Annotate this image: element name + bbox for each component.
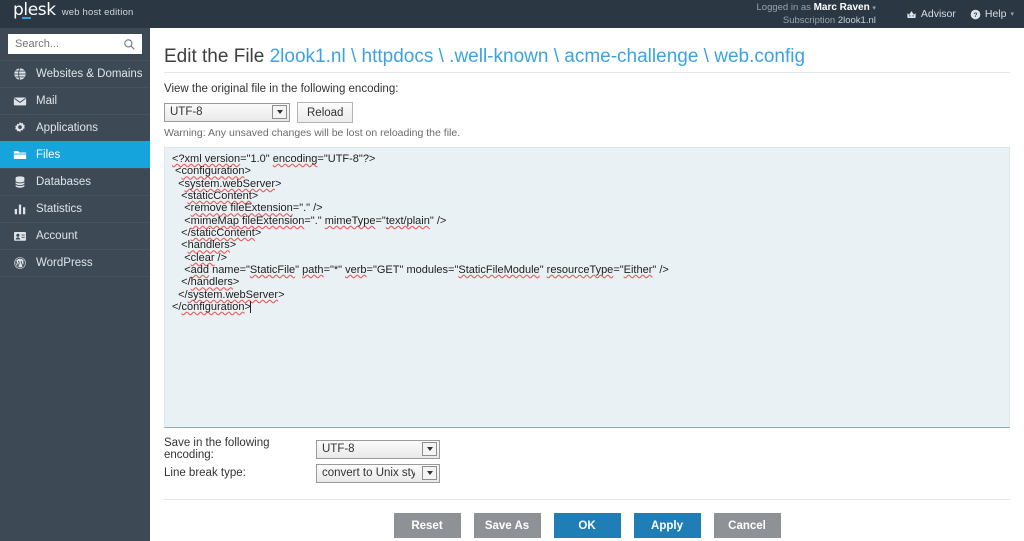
logged-in-row: Logged in as Marc Raven ▾ [757,2,876,15]
sidebar-item-files[interactable]: Files [0,141,150,169]
top-header-bar: plesk web host edition Logged in as Marc… [0,0,1024,28]
help-circle-icon: ? [970,9,981,20]
line-break-row: Line break type: convert to Unix style [164,461,1010,485]
line-break-select[interactable]: convert to Unix style [316,463,440,483]
account-info[interactable]: Logged in as Marc Raven ▾ Subscription 2… [757,2,876,27]
save-encoding-row: Save in the following encoding: UTF-8 [164,437,1010,461]
help-label: Help [984,8,1007,20]
page-title: Edit the File 2look1.nl \ httpdocs \ .we… [164,44,1010,70]
file-path-breadcrumb[interactable]: 2look1.nl \ httpdocs \ .well-known \ acm… [270,46,805,67]
plesk-file-editor-page: plesk web host edition Logged in as Marc… [0,0,1024,541]
sidebar-item-label: Applications [36,122,99,134]
reset-button[interactable]: Reset [393,513,461,538]
database-icon [12,175,27,190]
sidebar-item-databases[interactable]: Databases [0,168,150,196]
reload-warning-text: Warning: Any unsaved changes will be los… [164,127,461,139]
sidebar-item-label: Websites & Domains [36,68,143,80]
title-divider [164,72,1010,73]
help-menu[interactable]: ? Help ▾ [970,8,1014,20]
file-content-editor[interactable]: <?xml version="1.0" encoding="UTF-8"?> <… [164,147,1010,428]
search-input[interactable] [9,35,141,53]
file-content-text[interactable]: <?xml version="1.0" encoding="UTF-8"?> <… [172,153,1002,314]
plesk-logo[interactable]: plesk web host edition [0,0,150,28]
sidebar-item-label: Databases [36,176,91,188]
view-encoding-row: UTF-8 Reload [164,102,1010,123]
chevron-down-icon[interactable]: ▾ [872,5,876,12]
sidebar-item-label: Statistics [36,203,83,215]
folder-icon [12,148,27,163]
subscription-value: 2look1.nl [837,14,876,26]
ok-button[interactable]: OK [553,513,621,538]
globe-icon [12,67,27,82]
sidebar-item-statistics[interactable]: Statistics [0,195,150,223]
sidebar-item-label: Account [36,230,78,242]
bar-chart-icon [12,202,27,217]
sidebar-item-label: Mail [36,95,58,107]
chevron-down-icon[interactable]: ▾ [1010,10,1014,18]
sidebar-item-wordpress[interactable]: WordPress [0,249,150,277]
save-encoding-select-wrapper[interactable]: UTF-8 [316,439,440,459]
reload-button[interactable]: Reload [297,102,354,123]
logo-edition-label: web host edition [61,7,134,18]
view-encoding-select[interactable]: UTF-8 [164,103,290,122]
logo-accent-underline [22,17,31,19]
line-break-label: Line break type: [164,467,246,479]
user-name[interactable]: Marc Raven [814,2,870,13]
logo-text: plesk [13,0,56,20]
subscription-label: Subscription [782,14,836,26]
sidebar-search [0,28,150,61]
svg-text:?: ? [973,11,977,18]
advisor-link[interactable]: Advisor [906,8,956,20]
page-title-prefix: Edit the File [164,46,265,67]
save-options: Save in the following encoding: UTF-8 Li… [164,437,1010,485]
sidebar-item-account[interactable]: Account [0,222,150,250]
id-card-icon [12,229,27,244]
wordpress-icon [12,256,27,271]
save-encoding-select[interactable]: UTF-8 [316,439,440,459]
text-cursor [249,301,251,314]
sidebar-item-label: Files [36,149,61,161]
apply-button[interactable]: Apply [633,513,701,538]
cancel-button[interactable]: Cancel [713,513,781,538]
sidebar-item-mail[interactable]: Mail [0,87,150,115]
sidebar: Websites & Domains Mail Applications Fil… [0,28,150,541]
logged-in-label: Logged in as [756,1,811,13]
form-action-buttons: Reset Save As OK Apply Cancel [164,500,1010,538]
advisor-crown-icon [906,9,917,20]
main-content: Edit the File 2look1.nl \ httpdocs \ .we… [150,28,1024,541]
save-encoding-label: Save in the following encoding: [164,437,270,461]
envelope-icon [12,94,27,109]
subscription-row: Subscription 2look1.nl [757,15,876,27]
view-encoding-label: View the original file in the following … [164,83,399,95]
search-icon[interactable] [123,38,136,54]
search-box[interactable] [8,34,142,54]
advisor-label: Advisor [920,8,956,20]
sidebar-item-applications[interactable]: Applications [0,114,150,142]
save-as-button[interactable]: Save As [473,513,541,538]
gear-icon [12,121,27,136]
sidebar-item-label: WordPress [36,257,93,269]
logo-wordmark: plesk [13,0,56,20]
header-right-cluster: Logged in as Marc Raven ▾ Subscription 2… [757,0,1024,28]
view-encoding-select-wrapper[interactable]: UTF-8 [164,103,290,122]
sidebar-nav: Websites & Domains Mail Applications Fil… [0,60,150,277]
line-break-select-wrapper[interactable]: convert to Unix style [316,463,440,483]
sidebar-item-websites-domains[interactable]: Websites & Domains [0,60,150,88]
